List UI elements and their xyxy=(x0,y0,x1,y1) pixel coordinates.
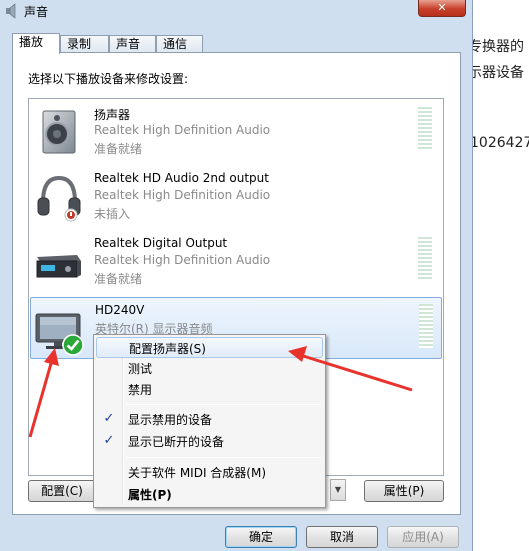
device-name: 扬声器 xyxy=(94,108,131,122)
menu-item-configure-speakers[interactable]: 配置扬声器(S) xyxy=(96,337,323,358)
ok-button[interactable]: 确定 xyxy=(225,526,297,548)
menu-item-label: 关于软件 MIDI 合成器(M) xyxy=(128,466,267,480)
tab-label: 声音 xyxy=(116,37,141,51)
device-description: Realtek High Definition Audio xyxy=(94,123,271,137)
tab-communications[interactable]: 通信 xyxy=(156,35,203,53)
close-button[interactable]: ✕ xyxy=(418,0,466,17)
sound-app-icon xyxy=(6,3,16,19)
speaker-icon xyxy=(42,110,76,154)
title-bar[interactable]: 声音 ✕ xyxy=(0,0,473,22)
properties-button[interactable]: 属性(P) xyxy=(364,480,444,502)
device-status: 准备就绪 xyxy=(94,272,143,286)
device-item-headphones[interactable]: Realtek HD Audio 2nd output Realtek High… xyxy=(30,166,442,229)
tab-label: 通信 xyxy=(163,37,188,51)
device-status: 未插入 xyxy=(94,207,131,221)
device-name: Realtek Digital Output xyxy=(94,236,228,250)
check-icon: ✓ xyxy=(103,433,115,448)
device-description: Realtek High Definition Audio xyxy=(94,253,271,267)
menu-item-label: 禁用 xyxy=(128,383,153,397)
window-title: 声音 xyxy=(24,5,49,19)
tab-recording[interactable]: 录制 xyxy=(60,35,109,53)
apply-button[interactable]: 应用(A) xyxy=(387,526,459,548)
background-text-3: 1026427 xyxy=(470,135,529,151)
device-name: Realtek HD Audio 2nd output xyxy=(94,171,269,185)
tab-label: 录制 xyxy=(67,37,92,51)
menu-item-label: 显示禁用的设备 xyxy=(128,413,213,427)
close-icon: ✕ xyxy=(437,1,447,14)
menu-item-label: 测试 xyxy=(128,362,153,376)
menu-item-properties[interactable]: 属性(P) xyxy=(96,484,323,505)
device-description: Realtek High Definition Audio xyxy=(94,188,271,202)
background-text-2: 示器设备 xyxy=(468,65,524,81)
check-icon: ✓ xyxy=(103,411,115,426)
menu-separator xyxy=(126,457,321,458)
menu-item-show-disconnected[interactable]: ✓ 显示已断开的设备 xyxy=(96,431,323,452)
menu-separator xyxy=(126,404,321,405)
volume-level-meter xyxy=(419,304,433,348)
device-status: 准备就绪 xyxy=(94,142,143,156)
tab-label: 播放 xyxy=(19,35,44,49)
headphones-icon xyxy=(37,175,81,222)
configure-button[interactable]: 配置(C) xyxy=(28,480,96,502)
chevron-down-icon: ▼ xyxy=(334,485,342,494)
green-check-icon xyxy=(62,334,84,356)
menu-item-disable[interactable]: 禁用 xyxy=(96,379,323,400)
menu-item-label: 显示已断开的设备 xyxy=(128,435,225,449)
digital-output-icon xyxy=(36,255,81,278)
device-item-digital-output[interactable]: Realtek Digital Output Realtek High Defi… xyxy=(30,231,442,294)
menu-item-show-disabled[interactable]: ✓ 显示禁用的设备 xyxy=(96,409,323,430)
background-text-1: 专换器的 xyxy=(468,39,524,55)
menu-item-label: 属性(P) xyxy=(128,488,172,502)
cancel-button[interactable]: 取消 xyxy=(306,526,378,548)
volume-level-meter xyxy=(418,237,432,281)
set-default-dropdown[interactable]: ▼ xyxy=(330,479,346,501)
instruction-label: 选择以下播放设备来修改设置: xyxy=(28,72,189,86)
menu-item-about-midi[interactable]: 关于软件 MIDI 合成器(M) xyxy=(96,462,323,483)
menu-item-test[interactable]: 测试 xyxy=(96,358,323,379)
device-name: HD240V xyxy=(95,303,145,317)
tab-sounds[interactable]: 声音 xyxy=(109,35,156,53)
device-item-speakers[interactable]: 扬声器 Realtek High Definition Audio 准备就绪 xyxy=(30,101,442,164)
menu-item-label: 配置扬声器(S) xyxy=(129,342,206,356)
volume-level-meter xyxy=(418,107,432,151)
context-menu: 配置扬声器(S) 测试 禁用 ✓ 显示禁用的设备 ✓ 显示已断开的设备 关于软件… xyxy=(93,334,326,508)
tab-playback[interactable]: 播放 xyxy=(12,33,60,54)
